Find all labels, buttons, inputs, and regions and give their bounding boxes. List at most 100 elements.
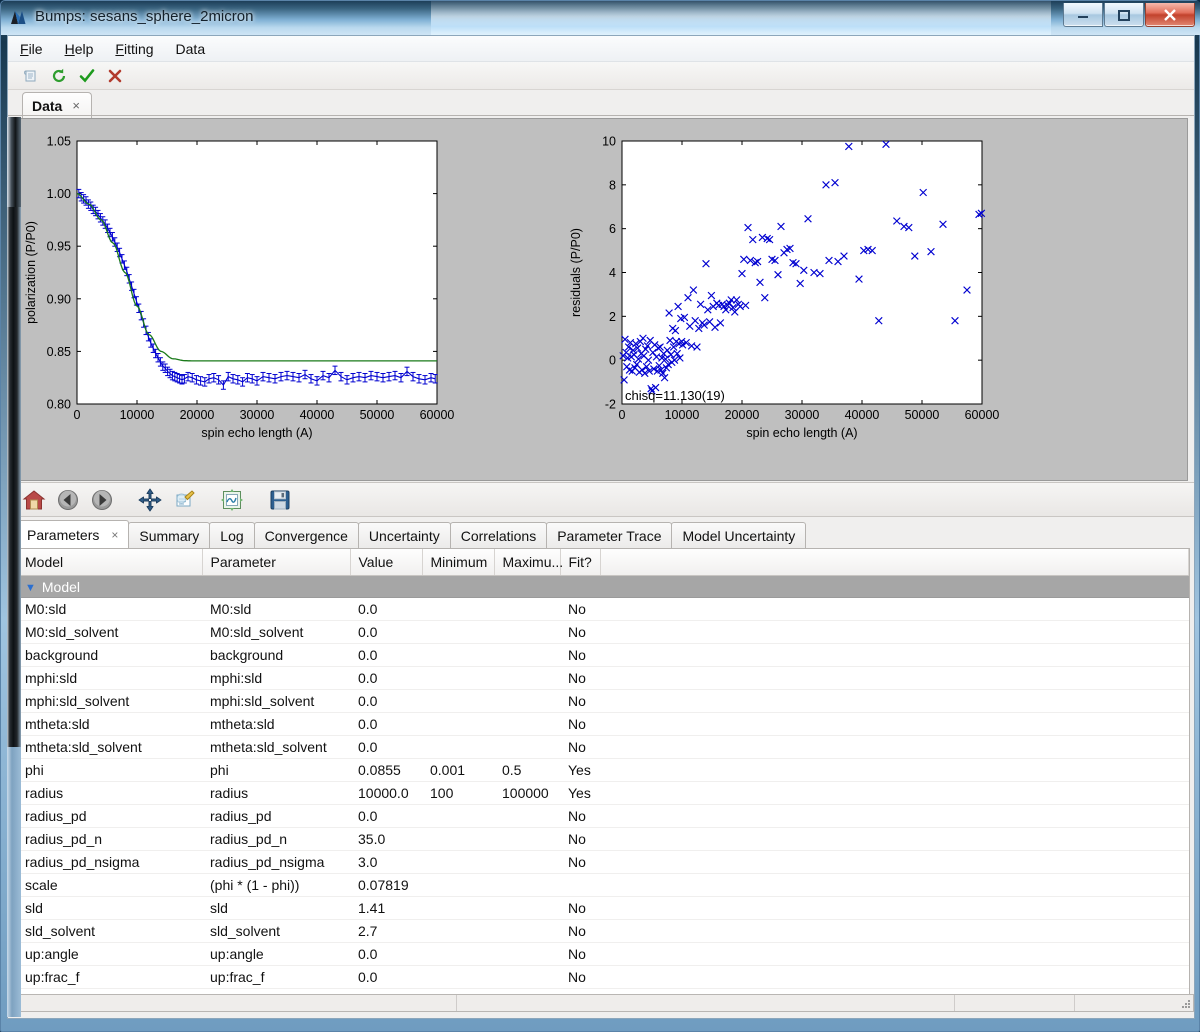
cell-maximum[interactable] [494,828,560,851]
start-fit-checkmark-icon[interactable] [74,65,100,87]
cell-model[interactable]: up:frac_f [17,966,202,989]
tab-model-uncertainty[interactable]: Model Uncertainty [671,522,806,549]
pan-move-icon[interactable] [134,486,166,514]
cell-minimum[interactable] [422,828,494,851]
table-row[interactable]: mtheta:sld_solventmtheta:sld_solvent0.0N… [17,736,1189,759]
reload-icon[interactable] [46,65,72,87]
cell-parameter[interactable]: mphi:sld_solvent [202,690,350,713]
cell-model[interactable]: background [17,644,202,667]
cell-maximum[interactable] [494,644,560,667]
cell-fit[interactable]: No [560,621,600,644]
cell-maximum[interactable] [494,621,560,644]
tab-parameter-trace[interactable]: Parameter Trace [546,522,672,549]
cell-model[interactable]: M0:sld [17,598,202,621]
cell-maximum[interactable] [494,598,560,621]
cell-maximum[interactable] [494,805,560,828]
cell-minimum[interactable] [422,713,494,736]
cell-fit[interactable]: No [560,736,600,759]
left-edge-scrollbar[interactable] [7,117,21,1017]
cell-minimum[interactable] [422,621,494,644]
cell-maximum[interactable] [494,736,560,759]
cell-minimum[interactable] [422,690,494,713]
col-parameter[interactable]: Parameter [202,549,350,576]
cell-fit[interactable]: Yes [560,759,600,782]
save-floppy-icon[interactable] [264,486,296,514]
cell-minimum[interactable] [422,644,494,667]
cell-model[interactable]: sld_solvent [17,920,202,943]
col-value[interactable]: Value [350,549,422,576]
cell-model[interactable]: radius [17,782,202,805]
minimize-button[interactable] [1063,3,1103,27]
cell-fit[interactable]: No [560,828,600,851]
cell-fit[interactable]: No [560,920,600,943]
cell-value[interactable]: 10000.0 [350,782,422,805]
cell-value[interactable]: 0.07819 [350,874,422,897]
close-icon[interactable]: × [72,98,80,113]
cell-parameter[interactable]: sld_solvent [202,920,350,943]
menu-data[interactable]: Data [176,41,206,57]
cell-parameter[interactable]: up:frac_f [202,966,350,989]
table-row[interactable]: mphi:sld_solventmphi:sld_solvent0.0No [17,690,1189,713]
cell-model[interactable]: up:angle [17,943,202,966]
cell-value[interactable]: 0.0 [350,943,422,966]
cell-maximum[interactable]: 0.5 [494,759,560,782]
table-group-row[interactable]: ▼Model [17,576,1189,598]
cell-minimum[interactable] [422,897,494,920]
zoom-rect-icon[interactable] [168,486,200,514]
cell-fit[interactable]: No [560,805,600,828]
cell-model[interactable]: radius_pd [17,805,202,828]
cell-value[interactable]: 0.0 [350,644,422,667]
cell-minimum[interactable] [422,851,494,874]
table-row[interactable]: radiusradius10000.0100100000Yes [17,782,1189,805]
cell-maximum[interactable] [494,713,560,736]
cell-parameter[interactable]: phi [202,759,350,782]
cell-maximum[interactable] [494,966,560,989]
cell-minimum[interactable]: 100 [422,782,494,805]
cell-parameter[interactable]: background [202,644,350,667]
col-maximum[interactable]: Maximu... [494,549,560,576]
table-row[interactable]: M0:sldM0:sld0.0No [17,598,1189,621]
cell-parameter[interactable]: (phi * (1 - phi)) [202,874,350,897]
cell-model[interactable]: M0:sld_solvent [17,621,202,644]
table-row[interactable]: mtheta:sldmtheta:sld0.0No [17,713,1189,736]
cell-fit[interactable]: No [560,943,600,966]
cell-parameter[interactable]: sld [202,897,350,920]
table-row[interactable]: radius_pd_nsigmaradius_pd_nsigma3.0No [17,851,1189,874]
cell-maximum[interactable] [494,690,560,713]
cell-fit[interactable]: No [560,713,600,736]
cell-minimum[interactable] [422,920,494,943]
configure-subplots-icon[interactable] [216,486,248,514]
cell-parameter[interactable]: radius_pd [202,805,350,828]
parameter-grid[interactable]: Model Parameter Value Minimum Maximu... … [16,549,1190,1012]
cell-minimum[interactable] [422,598,494,621]
table-row[interactable]: phiphi0.08550.0010.5Yes [17,759,1189,782]
cell-parameter[interactable]: mtheta:sld_solvent [202,736,350,759]
cell-maximum[interactable] [494,943,560,966]
cell-maximum[interactable] [494,667,560,690]
close-button[interactable] [1145,3,1195,27]
cell-fit[interactable]: No [560,598,600,621]
cell-value[interactable]: 0.0 [350,690,422,713]
tab-summary[interactable]: Summary [128,522,210,549]
cell-value[interactable]: 0.0 [350,805,422,828]
figure-canvas[interactable]: 01000020000300004000050000600000.800.850… [17,119,1187,480]
table-row[interactable]: sld_solventsld_solvent2.7No [17,920,1189,943]
cell-minimum[interactable] [422,943,494,966]
cell-model[interactable]: sld [17,897,202,920]
cell-fit[interactable]: No [560,644,600,667]
back-arrow-icon[interactable] [52,486,84,514]
cell-value[interactable]: 0.0 [350,598,422,621]
cell-fit[interactable]: Yes [560,782,600,805]
cell-maximum[interactable] [494,920,560,943]
tab-correlations[interactable]: Correlations [450,522,547,549]
table-row[interactable]: up:angleup:angle0.0No [17,943,1189,966]
cell-value[interactable]: 2.7 [350,920,422,943]
maximize-button[interactable] [1104,3,1144,27]
cell-model[interactable]: mphi:sld [17,667,202,690]
forward-arrow-icon[interactable] [86,486,118,514]
cell-minimum[interactable]: 0.001 [422,759,494,782]
cell-value[interactable]: 0.0855 [350,759,422,782]
chevron-down-icon[interactable]: ▼ [25,582,36,594]
cell-parameter[interactable]: radius_pd_nsigma [202,851,350,874]
cell-maximum[interactable] [494,897,560,920]
